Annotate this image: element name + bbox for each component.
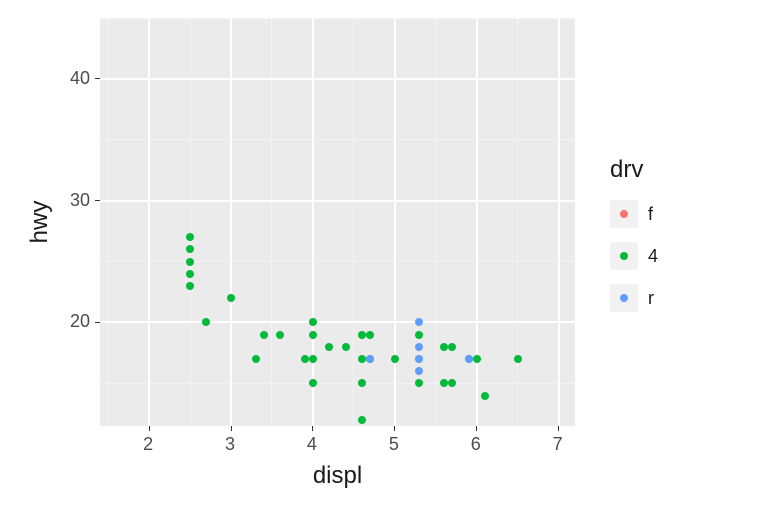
y-axis-title: hwy	[26, 192, 54, 252]
x-axis-title: displ	[100, 462, 575, 490]
x-tick	[231, 426, 232, 431]
legend-key	[610, 242, 638, 270]
data-point	[202, 318, 210, 326]
legend-dot-icon	[620, 252, 628, 260]
grid-major-h	[100, 321, 575, 323]
data-point	[227, 294, 235, 302]
data-point	[186, 270, 194, 278]
data-point	[260, 331, 268, 339]
data-point	[358, 416, 366, 424]
legend-key	[610, 200, 638, 228]
data-point	[415, 367, 423, 375]
grid-minor-h	[100, 261, 575, 262]
legend-label: r	[648, 288, 654, 309]
data-point	[358, 355, 366, 363]
chart-root: hwy displ drv 2 3 4 5 6 7 20 30 40 f 4 r	[0, 0, 768, 512]
legend-key	[610, 284, 638, 312]
x-tick	[476, 426, 477, 431]
y-tick	[95, 322, 100, 323]
y-tick-label: 20	[70, 311, 90, 332]
data-point	[415, 318, 423, 326]
data-point	[415, 331, 423, 339]
grid-minor-h	[100, 139, 575, 140]
legend-title: drv	[610, 156, 643, 184]
data-point	[481, 392, 489, 400]
grid-major-h	[100, 78, 575, 80]
legend-dot-icon	[620, 210, 628, 218]
data-point	[366, 331, 374, 339]
data-point	[415, 379, 423, 387]
data-point	[186, 258, 194, 266]
data-point	[465, 355, 473, 363]
x-tick-label: 6	[471, 434, 481, 455]
data-point	[358, 379, 366, 387]
x-tick	[312, 426, 313, 431]
y-tick	[95, 78, 100, 79]
data-point	[473, 355, 481, 363]
legend-label: f	[648, 204, 653, 225]
x-tick-label: 2	[143, 434, 153, 455]
data-point	[309, 355, 317, 363]
x-tick-label: 7	[553, 434, 563, 455]
legend-dot-icon	[620, 294, 628, 302]
x-tick	[558, 426, 559, 431]
data-point	[186, 245, 194, 253]
data-point	[366, 355, 374, 363]
data-point	[391, 355, 399, 363]
grid-major-h	[100, 200, 575, 202]
x-tick-label: 3	[225, 434, 235, 455]
data-point	[276, 331, 284, 339]
data-point	[186, 233, 194, 241]
grid-minor-h	[100, 383, 575, 384]
data-point	[415, 343, 423, 351]
data-point	[448, 379, 456, 387]
data-point	[325, 343, 333, 351]
data-point	[514, 355, 522, 363]
data-point	[309, 379, 317, 387]
data-point	[358, 331, 366, 339]
x-tick-label: 4	[307, 434, 317, 455]
legend-label: 4	[648, 246, 658, 267]
data-point	[440, 379, 448, 387]
grid-minor-h	[100, 18, 575, 19]
data-point	[440, 343, 448, 351]
data-point	[309, 331, 317, 339]
data-point	[342, 343, 350, 351]
data-point	[415, 355, 423, 363]
data-point	[301, 355, 309, 363]
y-tick-label: 30	[70, 190, 90, 211]
x-tick	[149, 426, 150, 431]
x-tick	[394, 426, 395, 431]
data-point	[448, 343, 456, 351]
data-point	[186, 282, 194, 290]
x-tick-label: 5	[389, 434, 399, 455]
data-point	[252, 355, 260, 363]
data-point	[309, 318, 317, 326]
y-tick-label: 40	[70, 68, 90, 89]
y-tick	[95, 200, 100, 201]
